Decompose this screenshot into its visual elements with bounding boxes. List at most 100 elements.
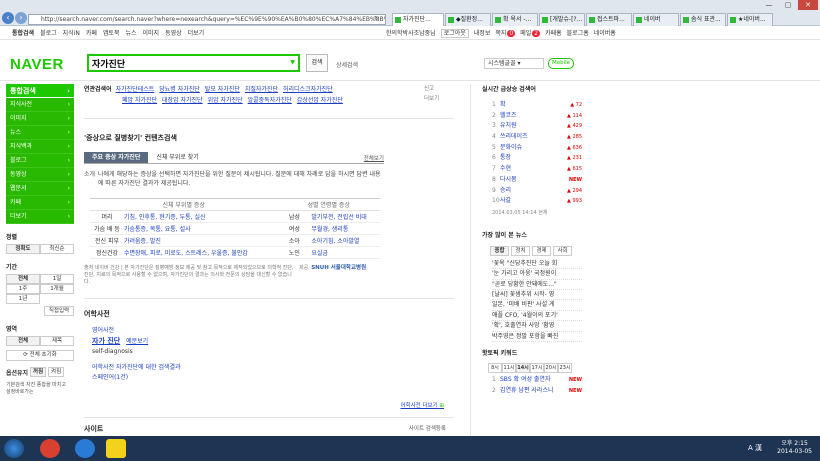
tab-body-part[interactable]: 신체 부위로 찾기 bbox=[148, 152, 206, 163]
sort-latest-button[interactable]: 최신순 bbox=[40, 244, 74, 254]
period-1month-button[interactable]: 1개월 bbox=[40, 284, 74, 294]
rank-keyword[interactable]: 수현 bbox=[500, 165, 511, 172]
topnav-link[interactable]: 이미지 bbox=[143, 30, 160, 37]
browser-tab[interactable]: [개발슈-[?... bbox=[539, 13, 585, 26]
related-search-link[interactable]: 위암 자가진단 bbox=[208, 97, 243, 104]
symptom-link[interactable]: 기침, 인후통, 현기증, 두통, 실신 bbox=[124, 214, 206, 221]
list-item[interactable]: 4 쓰리데이즈 ▲ 285 bbox=[492, 132, 582, 143]
topnav-link[interactable]: 동영상 bbox=[165, 30, 182, 37]
hot-keyword[interactable]: SBS 확 여성 출연자 bbox=[500, 376, 550, 383]
search-button[interactable]: 검색 bbox=[306, 54, 328, 72]
clock[interactable]: 오후 2:15 2014-03-05 bbox=[777, 440, 812, 456]
topnav-link[interactable]: 앱토북 bbox=[103, 30, 120, 37]
dict-more-link[interactable]: 어학사전 더보기 ⊞ bbox=[84, 401, 444, 409]
hot-time-tab[interactable]: 8시 bbox=[488, 363, 502, 373]
reset-button[interactable]: ⟳ 전체 초기화 bbox=[6, 350, 74, 361]
option-on-button[interactable]: 켜짐 bbox=[48, 367, 65, 377]
topnav-right-link[interactable]: 내정보 bbox=[474, 30, 491, 37]
search-input[interactable] bbox=[89, 56, 279, 70]
sidebar-head[interactable]: 통합검색 › bbox=[6, 84, 74, 98]
topnav-link[interactable]: 통합검색 bbox=[12, 30, 34, 37]
sidebar-item[interactable]: 웹문서 › bbox=[6, 182, 74, 196]
area-all-button[interactable]: 전체 bbox=[6, 336, 40, 346]
hot-time-tab[interactable]: 11시 bbox=[502, 363, 516, 373]
address-bar[interactable]: http://search.naver.com/search.naver?whe… bbox=[28, 14, 386, 25]
browser-tab[interactable]: 자가진단... bbox=[392, 13, 444, 26]
sidebar-item[interactable]: 더보기 › bbox=[6, 210, 74, 224]
browser-tab[interactable]: ◆질환정... bbox=[445, 13, 491, 26]
rank-keyword[interactable]: 쓰리데이즈 bbox=[500, 133, 528, 140]
news-tab[interactable]: 종합 bbox=[490, 245, 509, 256]
hot-keyword[interactable]: 김연휴 남편 사라스니 bbox=[500, 387, 554, 394]
browser-tab[interactable]: 확 옥서 -... bbox=[492, 13, 538, 26]
report-link[interactable]: 신고 bbox=[424, 84, 439, 94]
rank-keyword[interactable]: 다시봄 bbox=[500, 176, 517, 183]
news-item[interactable]: 일본, '미배 비판' 사설 게 bbox=[492, 300, 582, 311]
rank-keyword[interactable]: 통장 bbox=[500, 154, 511, 161]
related-search-link[interactable]: 대장암 자가진단 bbox=[162, 97, 203, 104]
topnav-link[interactable]: 뉴스 bbox=[125, 30, 136, 37]
topnav-right-link[interactable]: 메일 bbox=[520, 30, 531, 37]
list-item[interactable]: 2 김연휴 남편 사라스니 NEW bbox=[492, 386, 582, 397]
hot-time-tab[interactable]: 17시 bbox=[530, 363, 544, 373]
related-search-link[interactable]: 치질자가진단 bbox=[245, 86, 278, 93]
group-symptom-link[interactable]: 소아기침, 소아발열 bbox=[311, 238, 359, 245]
news-item[interactable]: '꽃옥 "신당추진단 오늘 회 bbox=[492, 259, 582, 270]
topnav-right-link[interactable]: 카페홈 bbox=[545, 30, 562, 37]
sidebar-item[interactable]: 블로그 › bbox=[6, 154, 74, 168]
topnav-right-link[interactable]: 한의학박사조남중님 bbox=[386, 30, 436, 37]
ie-icon[interactable] bbox=[75, 439, 95, 458]
maximize-icon[interactable]: ▢ bbox=[779, 0, 797, 10]
list-item[interactable]: 10사갈 ▲ 993 bbox=[492, 196, 582, 207]
topnav-link[interactable]: 카페 bbox=[86, 30, 97, 37]
spanish-link[interactable]: 스페인어(1건) bbox=[92, 373, 454, 383]
kakao-icon[interactable] bbox=[106, 439, 126, 458]
forward-icon[interactable]: › bbox=[15, 12, 27, 24]
minimize-icon[interactable]: — bbox=[760, 0, 778, 10]
symptom-link[interactable]: 가려움증, 발진 bbox=[124, 238, 161, 245]
group-symptom-link[interactable]: 발기부전, 전립선 비대 bbox=[311, 214, 366, 221]
period-all-button[interactable]: 전체 bbox=[6, 274, 40, 284]
site-register-link[interactable]: 사이트 검색등록 bbox=[409, 424, 446, 432]
close-icon[interactable]: ✕ bbox=[798, 0, 818, 10]
ime-indicator[interactable]: A 漢 bbox=[748, 444, 762, 452]
group-symptom-link[interactable]: 무월경, 생리통 bbox=[311, 226, 348, 233]
news-item[interactable]: '눈 가리고 아웅' 국정원이 bbox=[492, 269, 582, 280]
period-1day-button[interactable]: 1일 bbox=[40, 274, 74, 284]
list-item[interactable]: 6 통장 ▲ 231 bbox=[492, 153, 582, 164]
topnav-right-link[interactable]: 블로그홈 bbox=[567, 30, 589, 37]
news-item[interactable]: 애플 CFO, '4월이의 포기' bbox=[492, 311, 582, 322]
related-search-link[interactable]: 갑상선암 자가진단 bbox=[297, 97, 343, 104]
related-search-link[interactable]: 탈모 자가진단 bbox=[205, 86, 240, 93]
news-tab[interactable]: 사회 bbox=[553, 245, 572, 256]
sidebar-item[interactable]: 뉴스 › bbox=[6, 126, 74, 140]
list-item[interactable]: 8 다시봄 NEW bbox=[492, 175, 582, 186]
rank-keyword[interactable]: 문화이슈 bbox=[500, 144, 522, 151]
dropdown-icon[interactable]: ▼ bbox=[290, 59, 295, 66]
english-dict-label[interactable]: 영어사전 bbox=[92, 326, 454, 336]
related-more-link[interactable]: 더보기 bbox=[424, 94, 439, 104]
rank-keyword[interactable]: 유치원 bbox=[500, 122, 517, 129]
dict-word-link[interactable]: 자가 진단 bbox=[92, 337, 120, 345]
dict-kr-results[interactable]: 어학사전 자가진단에 대한 검색결과 bbox=[92, 363, 454, 373]
font-select[interactable]: 시스템글꼴 ▾ bbox=[484, 58, 544, 69]
news-item[interactable]: "곧로 당황한 안돼에도..." bbox=[492, 280, 582, 291]
topnav-right-link[interactable]: 네이버홈 bbox=[594, 30, 616, 37]
topnav-link[interactable]: 지식iN bbox=[63, 30, 80, 37]
period-custom-button[interactable]: 직접입력 bbox=[44, 306, 74, 316]
browser-tab[interactable]: 접스트파... bbox=[586, 13, 632, 26]
refresh-icon[interactable]: ↻ bbox=[374, 15, 379, 22]
sidebar-item[interactable]: 동영상 › bbox=[6, 168, 74, 182]
rank-keyword[interactable]: 확 bbox=[500, 101, 506, 108]
hot-time-tab[interactable]: 14시 bbox=[516, 363, 530, 373]
option-off-button[interactable]: 꺼짐 bbox=[30, 367, 47, 377]
related-search-link[interactable]: 허리디스크자가진단 bbox=[283, 86, 333, 93]
list-item[interactable]: 3 유치원 ▲ 429 bbox=[492, 121, 582, 132]
symptom-link[interactable]: 수면장애, 피로, 미로도, 스트레스, 우울증, 불안감 bbox=[124, 250, 248, 257]
browser-tab[interactable]: 네이버 bbox=[633, 13, 679, 26]
period-1week-button[interactable]: 1주 bbox=[6, 284, 40, 294]
rank-keyword[interactable]: 사갈 bbox=[500, 197, 511, 204]
list-item[interactable]: 1 확 ▲ 72 bbox=[492, 100, 582, 111]
topnav-right-link[interactable]: 쪽지 bbox=[495, 30, 506, 37]
sidebar-item[interactable]: 카페 › bbox=[6, 196, 74, 210]
